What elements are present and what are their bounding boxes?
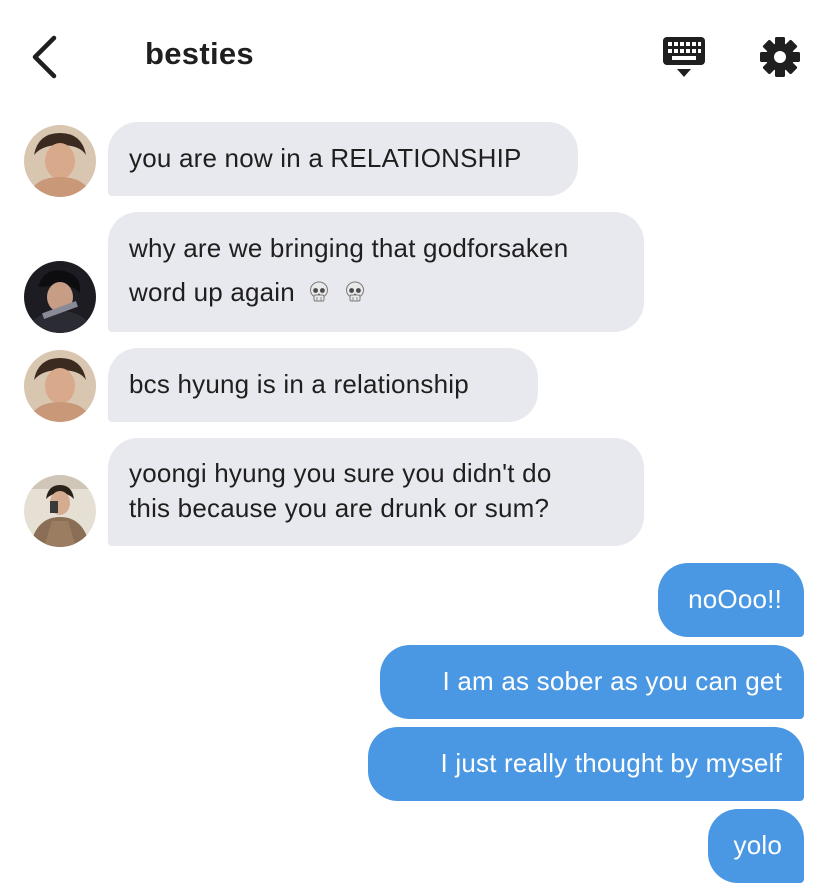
message-bubble-outgoing[interactable]: I am as sober as you can get [380,645,804,719]
message-bubble-incoming[interactable]: bcs hyung is in a relationship [108,348,538,422]
message-text: yoongi hyung you sure you didn't do [129,458,552,488]
avatar-1[interactable] [24,350,96,422]
message-text: noOoo!! [688,584,782,614]
avatar-image [24,350,96,422]
message-bubble-outgoing[interactable]: noOoo!! [658,563,804,637]
avatar-1[interactable] [24,125,96,197]
message-text: this because you are drunk or sum? [129,493,550,523]
message-bubble-incoming[interactable]: yoongi hyung you sure you didn't do this… [108,438,644,546]
message-bubble-outgoing[interactable]: yolo [708,809,804,883]
avatar-2[interactable] [24,261,96,333]
avatar-3[interactable] [24,475,96,547]
avatar-image [24,125,96,197]
skull-icon [344,281,366,303]
message-text: yolo [733,830,782,860]
message-text: why are we bringing that godforsaken [129,233,569,263]
avatar-image [24,475,96,547]
message-thread[interactable]: you are now in a RELATIONSHIP why are we… [0,0,828,885]
message-text: word up again [129,277,295,307]
message-bubble-incoming[interactable]: you are now in a RELATIONSHIP [108,122,578,196]
skull-icon [308,281,330,303]
message-text: bcs hyung is in a relationship [129,369,469,399]
message-bubble-incoming[interactable]: why are we bringing that godforsaken wor… [108,212,644,332]
avatar-image [24,261,96,333]
message-text: I just really thought by myself [440,748,782,778]
message-text: you are now in a RELATIONSHIP [129,143,522,173]
message-bubble-outgoing[interactable]: I just really thought by myself [368,727,804,801]
message-text-line: word up again [129,270,622,314]
message-text: I am as sober as you can get [442,666,782,696]
